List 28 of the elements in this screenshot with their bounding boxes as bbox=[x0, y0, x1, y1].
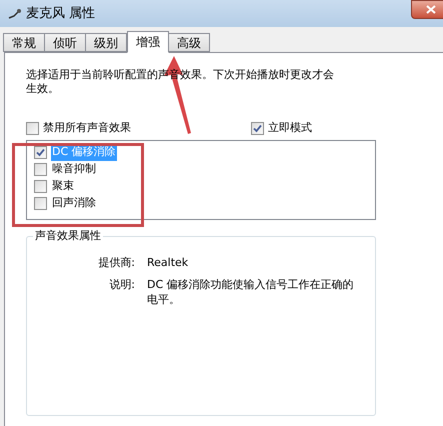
checkbox[interactable] bbox=[26, 122, 39, 135]
checkbox[interactable] bbox=[34, 180, 47, 193]
intro-text: 选择适用于当前聆听配置的声音效果。下次开始播放时更改才会生效。 bbox=[26, 68, 335, 96]
window-title: 麦克风 属性 bbox=[26, 4, 96, 23]
property-value: Realtek bbox=[147, 254, 190, 270]
tab[interactable]: 级别 bbox=[85, 33, 127, 52]
effect-item[interactable]: 聚束 bbox=[51, 178, 75, 195]
checkbox[interactable] bbox=[34, 163, 47, 176]
tab[interactable]: 常规 bbox=[3, 33, 45, 52]
check-icon bbox=[253, 124, 262, 133]
property-value: DC 偏移消除功能使输入信号工作在正确的电平。 bbox=[147, 277, 355, 307]
tab[interactable]: 增强 bbox=[127, 31, 169, 53]
option-label: 禁用所有声音效果 bbox=[43, 120, 131, 136]
close-button[interactable] bbox=[411, 0, 443, 19]
close-icon bbox=[426, 5, 436, 14]
microphone-icon bbox=[8, 6, 22, 20]
effect-item[interactable]: 噪音抑制 bbox=[51, 161, 97, 178]
property-label: 说明: bbox=[108, 277, 136, 293]
tab[interactable]: 侦听 bbox=[44, 33, 86, 52]
effect-item[interactable]: 回声消除 bbox=[51, 195, 97, 212]
group-title: 声音效果属性 bbox=[33, 228, 103, 244]
checkbox[interactable] bbox=[251, 122, 264, 135]
option-label: 立即模式 bbox=[268, 120, 312, 136]
checkbox[interactable] bbox=[34, 146, 47, 159]
tab[interactable]: 高级 bbox=[168, 33, 210, 52]
check-icon bbox=[36, 148, 45, 157]
property-label: 提供商: bbox=[97, 254, 136, 270]
checkbox[interactable] bbox=[34, 197, 47, 210]
